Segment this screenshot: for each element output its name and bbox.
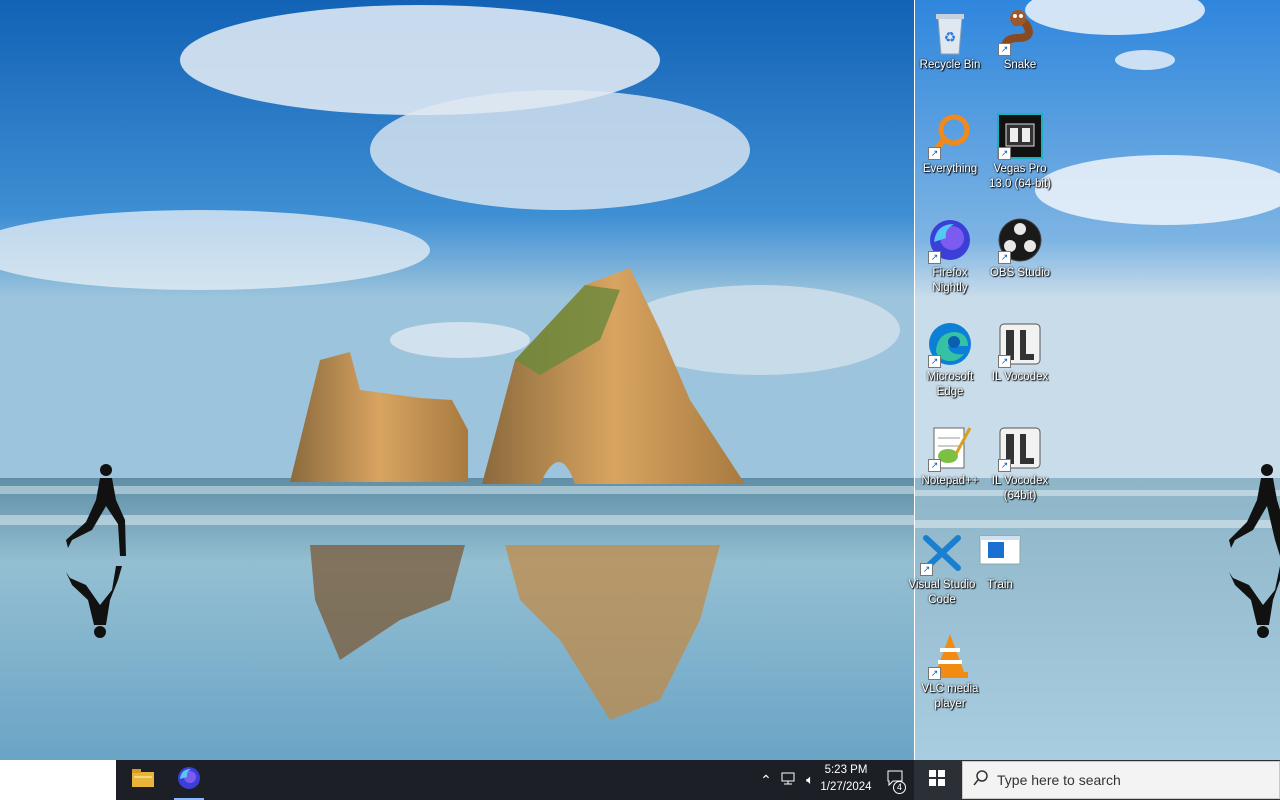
taskbar: ⌃ 🔈︎ 5:23 PM 1/27/2024 4 Type here to se… bbox=[0, 760, 1280, 800]
microsoft-edge-icon: ↗ bbox=[926, 320, 974, 368]
desktop-icon-label: Microsoft Edge bbox=[926, 371, 974, 398]
chevron-up-icon: ⌃ bbox=[760, 771, 772, 788]
taskbar-search-box[interactable]: Type here to search bbox=[962, 761, 1280, 799]
firefox-nightly-icon bbox=[177, 766, 201, 795]
il-vocodex-64-icon: ↗ bbox=[996, 424, 1044, 472]
taskbar-blank-area bbox=[0, 760, 116, 800]
network-icon bbox=[781, 771, 795, 790]
il-vocodex-icon: ↗ bbox=[996, 320, 1044, 368]
start-button[interactable] bbox=[914, 760, 960, 800]
desktop-icon-label: Recycle Bin bbox=[919, 59, 981, 71]
svg-text:♻: ♻ bbox=[944, 29, 957, 45]
shortcut-arrow-icon: ↗ bbox=[998, 355, 1011, 368]
vegas-pro-icon: ↗ bbox=[996, 112, 1044, 160]
desktop-icon-train[interactable]: Train bbox=[964, 528, 1036, 593]
desktop-icon-snake[interactable]: ↗ Snake bbox=[984, 8, 1056, 73]
show-hidden-icons-button[interactable]: ⌃ bbox=[756, 760, 776, 800]
shortcut-arrow-icon: ↗ bbox=[928, 355, 941, 368]
desktop-icon-grid: ♻ Recycle Bin ↗ Snake ↗ Everything ↗ Veg… bbox=[909, 0, 1280, 760]
search-placeholder: Type here to search bbox=[997, 772, 1121, 788]
shortcut-arrow-icon: ↗ bbox=[920, 563, 933, 576]
search-icon bbox=[973, 769, 989, 791]
desktop-icon-label: Vegas Pro 13.0 (64-bit) bbox=[988, 163, 1051, 190]
shortcut-arrow-icon: ↗ bbox=[998, 251, 1011, 264]
desktop-icon-il-vocodex[interactable]: ↗ IL Vocodex bbox=[984, 320, 1056, 385]
taskbar-clock[interactable]: 5:23 PM 1/27/2024 bbox=[816, 762, 876, 796]
desktop-icon-label: IL Vocodex bbox=[991, 371, 1049, 383]
notification-count-badge: 4 bbox=[893, 781, 906, 794]
snake-icon: ↗ bbox=[996, 8, 1044, 56]
desktop-icon-label: Everything bbox=[922, 163, 978, 175]
everything-search-icon: ↗ bbox=[926, 112, 974, 160]
desktop-icon-label: Snake bbox=[1003, 59, 1037, 71]
train-icon bbox=[976, 528, 1024, 576]
vscode-icon: ↗ bbox=[918, 528, 966, 576]
desktop-icon-everything[interactable]: ↗ Everything bbox=[914, 112, 986, 177]
desktop-icon-firefox-nightly[interactable]: ↗ Firefox Nightly bbox=[914, 216, 986, 296]
recycle-bin-icon: ♻ bbox=[926, 8, 974, 56]
shortcut-arrow-icon: ↗ bbox=[998, 43, 1011, 56]
vlc-icon: ↗ bbox=[926, 632, 974, 680]
notepad-plus-plus-icon: ↗ bbox=[926, 424, 974, 472]
desktop-icon-label: OBS Studio bbox=[989, 267, 1051, 279]
speaker-icon: 🔈︎ bbox=[806, 772, 814, 787]
shortcut-arrow-icon: ↗ bbox=[928, 667, 941, 680]
obs-studio-icon: ↗ bbox=[996, 216, 1044, 264]
shortcut-arrow-icon: ↗ bbox=[998, 459, 1011, 472]
desktop-icon-label: Train bbox=[987, 579, 1013, 591]
windows-logo-icon bbox=[929, 769, 945, 791]
wallpaper-landscape bbox=[0, 0, 914, 760]
desktop-icon-label: Firefox Nightly bbox=[932, 267, 968, 294]
desktop-icon-il-vocodex-64bit[interactable]: ↗ IL Vocodex (64bit) bbox=[984, 424, 1056, 504]
firefox-nightly-icon: ↗ bbox=[926, 216, 974, 264]
desktop-icon-label: Notepad++ bbox=[921, 475, 979, 487]
shortcut-arrow-icon: ↗ bbox=[998, 147, 1011, 160]
desktop-icon-microsoft-edge[interactable]: ↗ Microsoft Edge bbox=[914, 320, 986, 400]
taskbar-main: ⌃ 🔈︎ 5:23 PM 1/27/2024 4 bbox=[116, 760, 914, 800]
desktop-wallpaper-left bbox=[0, 0, 914, 760]
desktop-icon-obs-studio[interactable]: ↗ OBS Studio bbox=[984, 216, 1056, 281]
shortcut-arrow-icon: ↗ bbox=[928, 459, 941, 472]
clock-date: 1/27/2024 bbox=[820, 781, 872, 793]
desktop-icon-vlc[interactable]: ↗ VLC media player bbox=[914, 632, 986, 712]
taskbar-file-explorer-button[interactable] bbox=[120, 760, 166, 800]
network-button[interactable] bbox=[778, 760, 798, 800]
desktop-icon-notepad-plus-plus[interactable]: ↗ Notepad++ bbox=[914, 424, 986, 489]
folder-icon bbox=[132, 768, 154, 792]
taskbar-firefox-nightly-button[interactable] bbox=[166, 760, 212, 800]
desktop-icon-vegas-pro[interactable]: ↗ Vegas Pro 13.0 (64-bit) bbox=[984, 112, 1056, 192]
clock-time: 5:23 PM bbox=[824, 764, 868, 776]
desktop-icon-label: VLC media player bbox=[921, 683, 979, 710]
shortcut-arrow-icon: ↗ bbox=[928, 147, 941, 160]
notification-center-button[interactable]: 4 bbox=[880, 760, 910, 800]
desktop-icon-label: IL Vocodex (64bit) bbox=[991, 475, 1049, 502]
shortcut-arrow-icon: ↗ bbox=[928, 251, 941, 264]
desktop-icon-recycle-bin[interactable]: ♻ Recycle Bin bbox=[914, 8, 986, 73]
